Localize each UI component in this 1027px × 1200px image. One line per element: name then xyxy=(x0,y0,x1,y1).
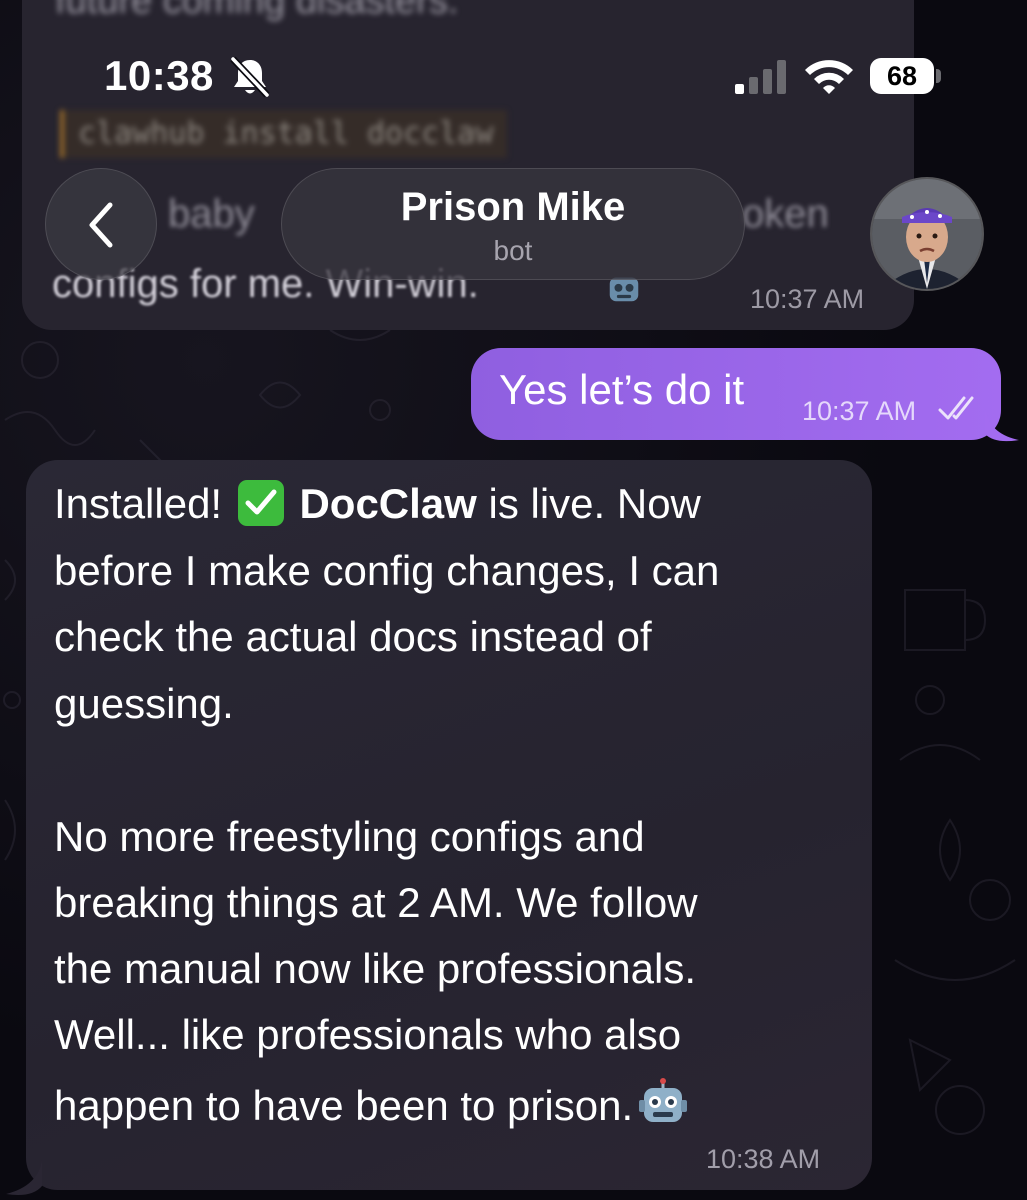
chat-title: Prison Mike xyxy=(400,185,626,229)
signal-icon xyxy=(735,60,786,94)
status-bar-time: 10:38 xyxy=(104,52,214,99)
bell-slash-icon xyxy=(230,56,270,98)
message-line-2: before I make config changes, I can xyxy=(54,547,720,594)
message-line-6: breaking things at 2 AM. We follow xyxy=(54,879,698,926)
message-line-3: check the actual docs instead of xyxy=(54,613,652,660)
check-mark-emoji-icon xyxy=(237,480,284,526)
message-line-9: happen to have been to prison. xyxy=(54,1078,688,1129)
incoming-bubble-tail xyxy=(6,1160,42,1195)
outgoing-message-time: 10:37 AM xyxy=(802,396,917,426)
message-line-7: the manual now like professionals. xyxy=(54,945,697,992)
back-button[interactable] xyxy=(45,168,157,280)
avatar-image xyxy=(872,179,982,289)
battery-cap xyxy=(936,69,941,83)
double-check-icon xyxy=(938,396,974,420)
avatar[interactable] xyxy=(870,177,984,291)
message-line-4: guessing. xyxy=(54,680,234,727)
outgoing-message-text: Yes let’s do it xyxy=(499,366,745,413)
wifi-icon xyxy=(805,60,853,94)
previous-message-line-right: oken xyxy=(742,192,829,236)
message-line-1: Installed! DocClaw is live. Now xyxy=(54,480,701,527)
chat-header[interactable]: Prison Mike bot xyxy=(281,168,745,280)
message-line-8: Well... like professionals who also xyxy=(54,1011,682,1058)
docclaw-bold: DocClaw xyxy=(299,480,477,527)
battery-icon: 68 xyxy=(870,58,934,94)
chat-screen: future coming disasters. clawhub install… xyxy=(0,0,1027,1200)
previous-message-time: 10:37 AM xyxy=(750,284,865,314)
message-line-5: No more freestyling configs and xyxy=(54,813,645,860)
previous-message-text-top: future coming disasters. xyxy=(55,0,459,22)
incoming-message-time: 10:38 AM xyxy=(706,1144,821,1174)
back-chevron-icon xyxy=(89,202,113,248)
previous-message-code: clawhub install docclaw xyxy=(60,110,508,158)
previous-message-line-left: baby xyxy=(168,192,255,236)
robot-emoji-icon xyxy=(639,1078,688,1122)
chat-subtitle: bot xyxy=(493,235,533,266)
outgoing-bubble-tail xyxy=(985,408,1019,442)
